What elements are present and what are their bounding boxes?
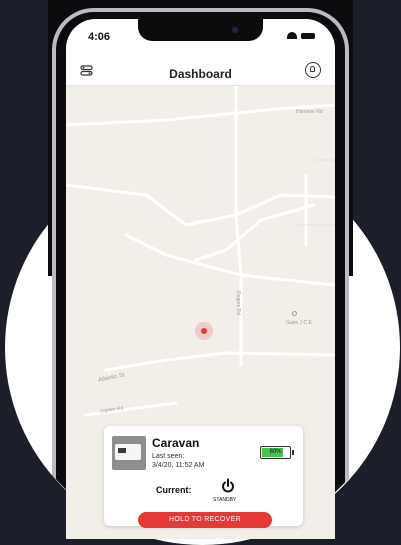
location-pin-icon[interactable] (195, 322, 213, 340)
battery-text: 80% (269, 449, 282, 455)
current-label: Current: (156, 485, 192, 495)
wifi-icon (287, 32, 297, 39)
bell-icon[interactable] (305, 62, 321, 78)
mode-label: STANDBY (213, 497, 237, 503)
battery-indicator: 80% (260, 446, 291, 459)
phone-notch (138, 19, 263, 41)
nav-bar: Dashboard (66, 49, 335, 86)
place-label: Gunn J C E (286, 320, 312, 326)
road-label: Rogers Rd (234, 291, 241, 315)
road-label: Hanover Rd (296, 109, 323, 115)
last-seen-label: Last seen: (152, 453, 185, 460)
page-title: Dashboard (169, 67, 232, 81)
phone-screen: Hanover Rd Atlantic St Rogers Rd Ingram … (66, 19, 335, 539)
place-marker-icon (292, 311, 297, 316)
device-thumbnail (112, 436, 146, 470)
status-icons (287, 32, 315, 39)
power-icon[interactable] (220, 478, 236, 494)
last-seen: Last seen: 3/4/20, 11:52 AM (152, 452, 204, 470)
camera-icon (232, 27, 238, 33)
battery-nub (292, 450, 294, 455)
status-time: 4:06 (88, 31, 111, 43)
device-name: Caravan (152, 436, 200, 450)
last-seen-value: 3/4/20, 11:52 AM (152, 462, 205, 469)
device-card[interactable]: Caravan Last seen: 3/4/20, 11:52 AM 80% … (104, 426, 303, 528)
battery-icon (301, 32, 315, 39)
